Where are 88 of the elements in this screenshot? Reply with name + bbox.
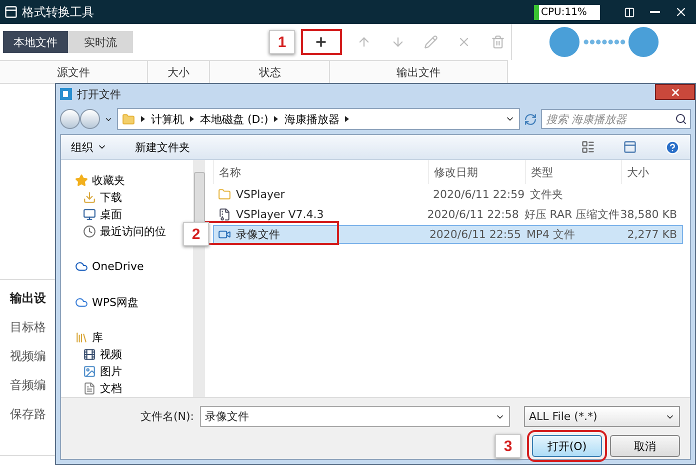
cancel-button[interactable]: 取消 <box>610 435 680 457</box>
breadcrumb[interactable]: 计算机 <box>151 112 184 126</box>
filename-label: 文件名(N): <box>140 409 194 424</box>
filename-field[interactable]: 录像文件 <box>200 406 510 427</box>
nav-item[interactable]: 文档 <box>75 380 122 397</box>
close-icon <box>670 86 680 98</box>
tab[interactable]: 实时流 <box>68 31 133 53</box>
file-date: 2020/6/11 22:58 <box>426 208 520 221</box>
nav-item[interactable]: 图片 <box>75 362 122 380</box>
clock-icon <box>83 225 96 238</box>
section-title: 输出设 <box>10 290 46 307</box>
minimize-icon <box>650 11 660 13</box>
breadcrumb[interactable]: 本地磁盘 (D:) <box>200 112 268 126</box>
file-type: MP4 文件 <box>525 227 576 242</box>
folder-icon <box>122 112 135 126</box>
step-badge: 3 <box>495 434 521 458</box>
address-bar[interactable]: 计算机 本地磁盘 (D:) 海康播放器 <box>117 108 520 130</box>
separator-icon <box>190 116 194 122</box>
file-name: 录像文件 <box>218 227 280 242</box>
setting-label: 目标格 <box>10 319 46 336</box>
help-icon[interactable] <box>665 140 680 154</box>
setting-label: 视频编 <box>10 348 46 365</box>
file-row[interactable]: 录像文件 2020/6/11 22:55 MP4 文件 2,277 KB <box>213 225 683 244</box>
setting-label: 保存路 <box>10 406 46 423</box>
dialog-icon <box>60 88 72 100</box>
new-folder-button[interactable]: 新建文件夹 <box>135 140 190 154</box>
nav-item[interactable]: 库 <box>75 328 103 346</box>
nav-item[interactable]: 收藏夹 <box>75 172 125 190</box>
image-icon <box>83 364 96 378</box>
nav-item[interactable]: 下载 <box>75 189 122 206</box>
scrollbar[interactable] <box>193 160 205 397</box>
nav-item[interactable]: 视频 <box>75 346 122 363</box>
search-field[interactable]: 搜索 海康播放器 <box>541 109 691 129</box>
separator-icon <box>141 116 145 122</box>
file-row[interactable]: VSPlayer V7.4.3 2020/6/11 22:58 好压 RAR 压缩文件38,580 KB <box>213 205 683 224</box>
setting-label: 音频编 <box>10 377 46 394</box>
separator-icon <box>274 116 278 122</box>
archive-icon <box>218 208 231 221</box>
file-name: VSPlayer V7.4.3 <box>218 208 324 221</box>
monitor-icon <box>83 208 96 222</box>
step-badge: 1 <box>269 30 295 54</box>
breadcrumb[interactable]: 海康播放器 <box>284 112 340 126</box>
column-header[interactable]: 大小 <box>621 160 688 184</box>
restore-icon <box>624 6 634 18</box>
separator-icon <box>345 116 350 122</box>
video-icon <box>218 228 231 241</box>
file-date: 2020/6/11 22:59 <box>432 188 525 201</box>
search-icon[interactable] <box>675 113 687 125</box>
close-icon <box>674 5 688 19</box>
cpu-label: CPU:11% <box>540 6 587 18</box>
column-header[interactable]: 修改日期 <box>428 160 525 184</box>
column-header[interactable]: 类型 <box>525 160 621 184</box>
cloud-icon <box>75 296 88 309</box>
back-button[interactable] <box>60 109 80 129</box>
download-icon <box>83 191 96 204</box>
organize-button[interactable]: 组织 <box>71 140 107 154</box>
refresh-icon[interactable] <box>524 112 537 126</box>
dialog-title: 打开文件 <box>77 86 121 102</box>
trash-icon <box>490 35 505 49</box>
file-name: VSPlayer <box>218 188 285 201</box>
view-icon[interactable] <box>581 140 595 154</box>
cloud-icon <box>75 260 88 274</box>
preview-pane-icon[interactable] <box>623 140 637 154</box>
close-button[interactable] <box>655 84 695 100</box>
nav-item[interactable]: 最近访问的位 <box>75 223 166 240</box>
nav-item[interactable]: WPS网盘 <box>75 293 138 311</box>
nav-item[interactable]: 桌面 <box>75 206 122 224</box>
film-icon <box>83 348 96 361</box>
pencil-icon <box>424 35 438 49</box>
nav-item[interactable]: OneDrive <box>75 258 144 276</box>
star-icon <box>75 174 88 188</box>
library-icon <box>75 330 88 344</box>
column-header[interactable]: 名称 <box>213 160 428 184</box>
document-icon <box>83 382 96 395</box>
step-badge: 2 <box>183 222 209 246</box>
file-type: 文件夹 <box>529 187 564 202</box>
file-size: 2,277 KB <box>626 228 678 241</box>
tab[interactable]: 本地文件 <box>3 31 68 53</box>
up-arrow-icon <box>357 35 372 49</box>
file-row[interactable]: VSPlayer 2020/6/11 22:59 文件夹 <box>213 185 683 204</box>
file-size: 38,580 KB <box>619 208 678 221</box>
app-icon <box>4 5 18 19</box>
file-date: 2020/6/11 22:55 <box>428 228 522 241</box>
window-title: 格式转换工具 <box>22 4 94 20</box>
down-arrow-icon <box>390 35 405 49</box>
filetype-select[interactable]: ALL File (*.*) <box>524 406 680 427</box>
plus-icon <box>314 35 328 49</box>
folder-icon <box>218 188 231 201</box>
